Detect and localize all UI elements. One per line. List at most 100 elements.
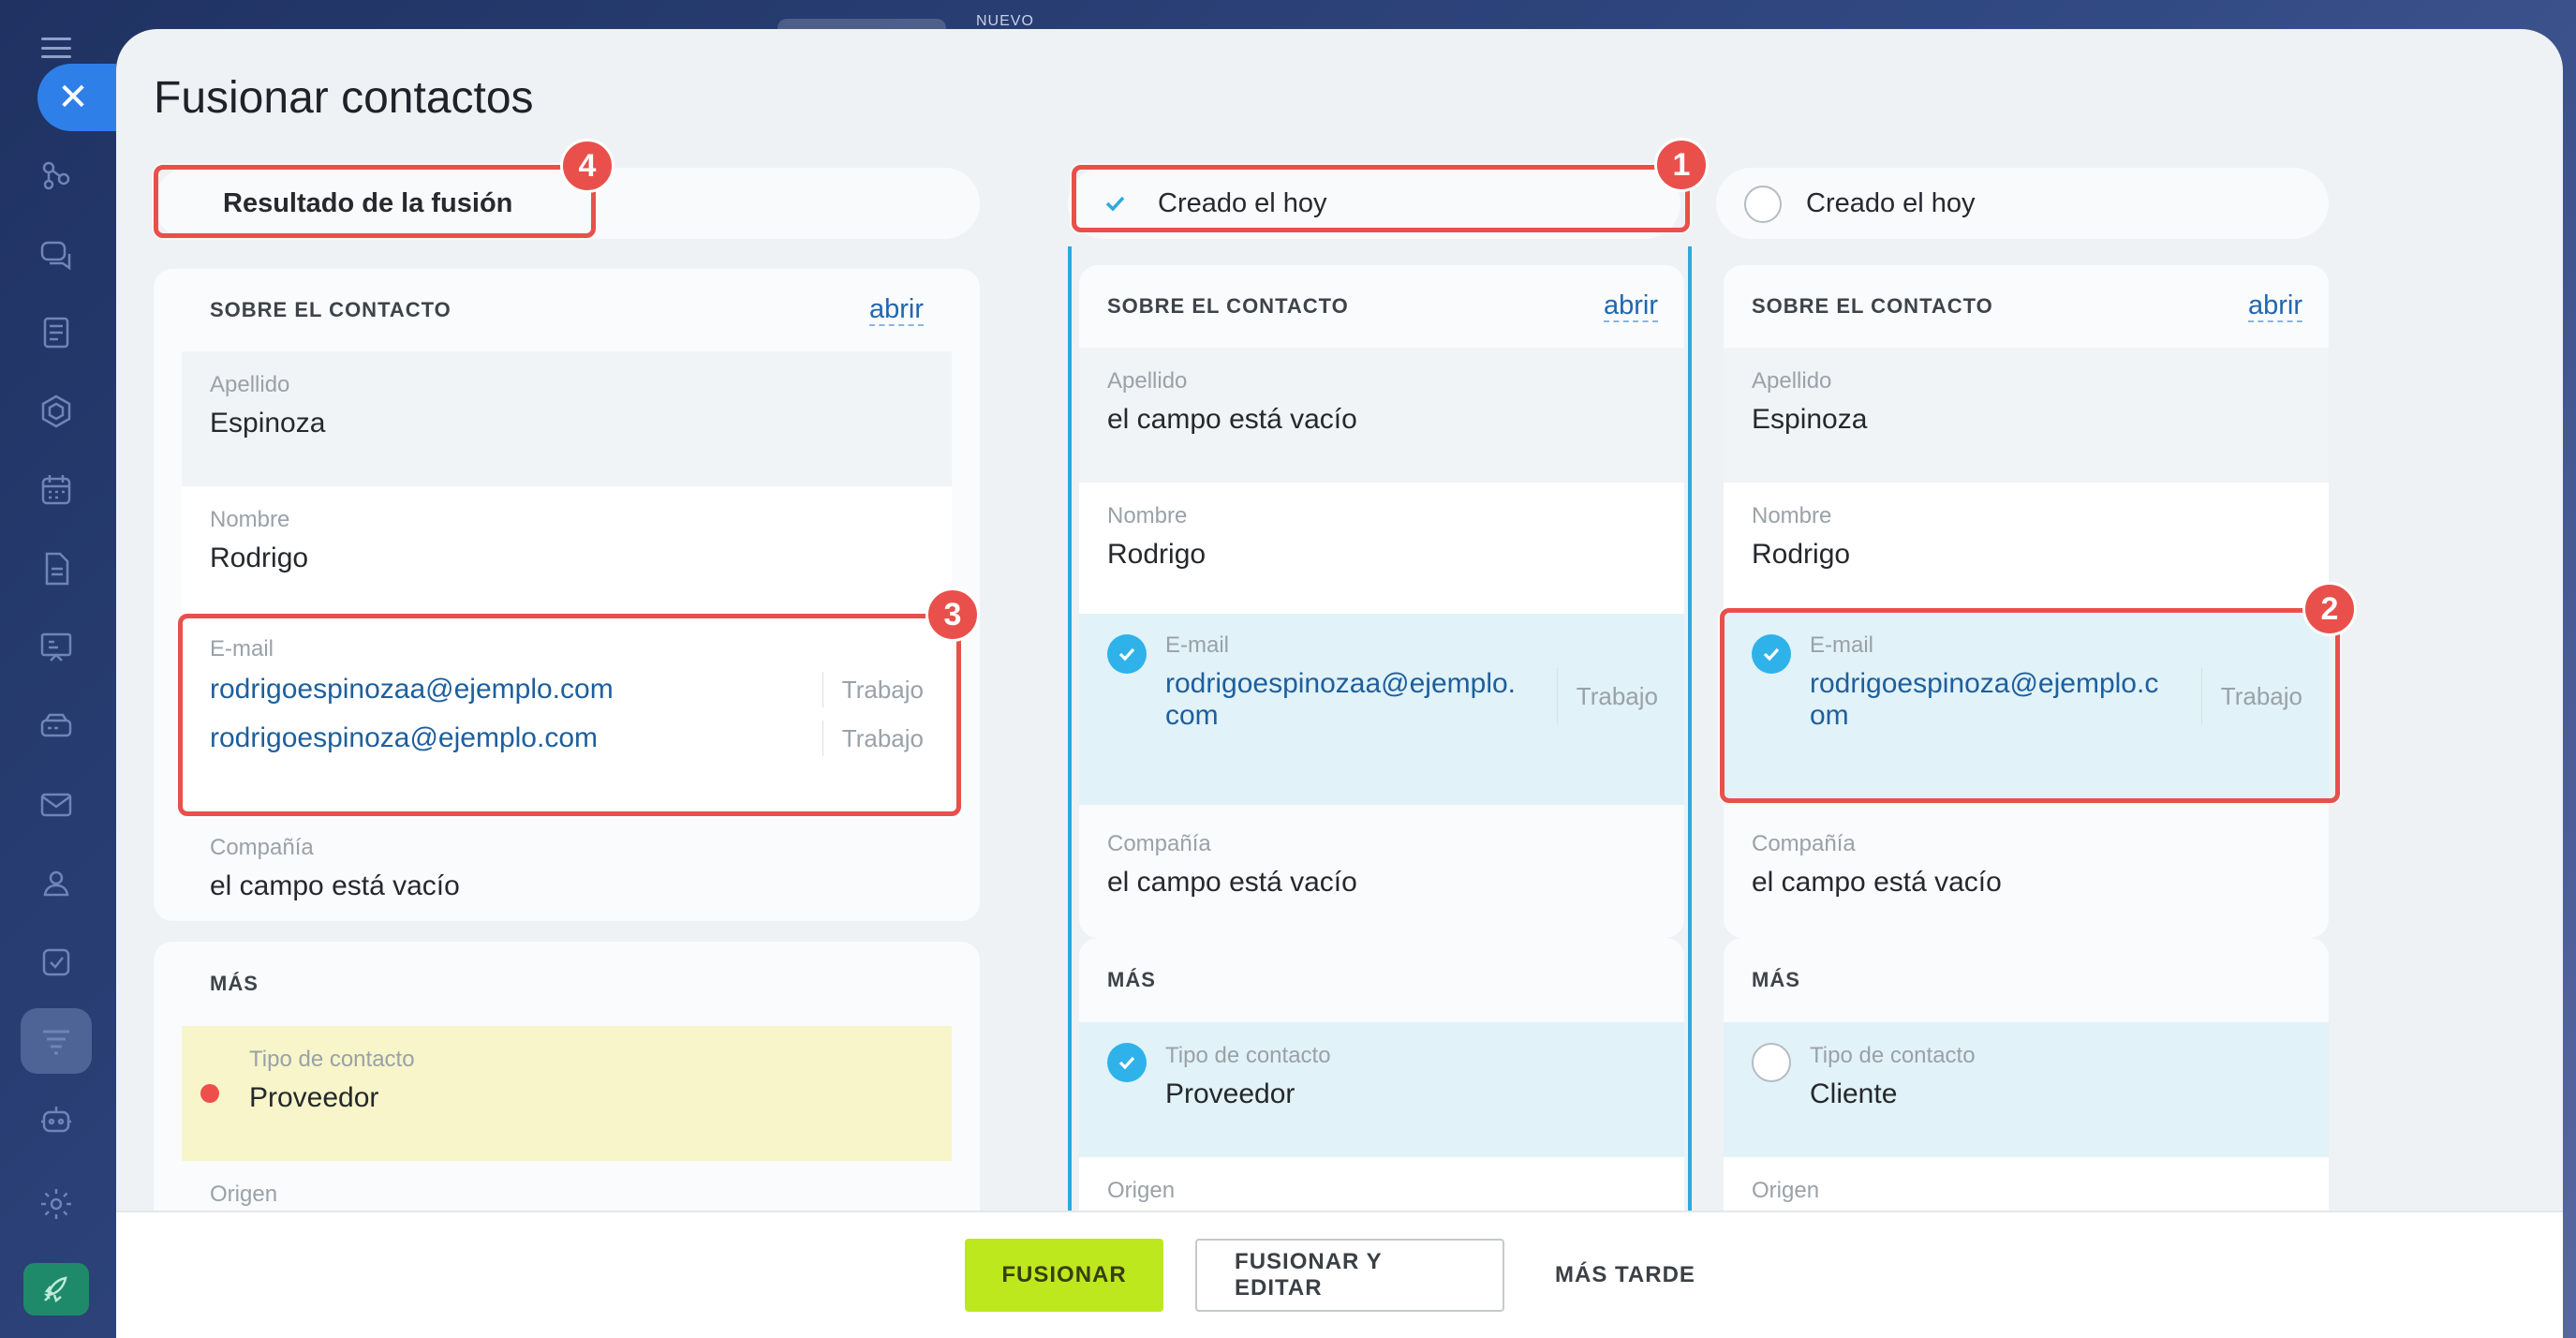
rocket-icon[interactable] bbox=[23, 1263, 89, 1316]
new-label: NUEVO bbox=[976, 13, 1034, 29]
section-header: MÁS bbox=[154, 942, 980, 1026]
unchecked-icon[interactable] bbox=[1752, 1043, 1791, 1082]
section-header: SOBRE EL CONTACTO abrir bbox=[1724, 265, 2329, 348]
document-list-icon[interactable] bbox=[21, 300, 92, 365]
email-row: rodrigoespinozaa@ejemplo.com Trabajo bbox=[1165, 668, 1658, 732]
section-header: SOBRE EL CONTACTO abrir bbox=[154, 269, 980, 351]
annotation-box-2 bbox=[1720, 608, 2340, 803]
email-line: rodrigoespinozaa@ejemplo. bbox=[1165, 668, 1517, 699]
sitemap-icon[interactable] bbox=[21, 142, 92, 208]
field-tipo[interactable]: Tipo de contacto Proveedor bbox=[1079, 1022, 1684, 1157]
result-more-card: MÁS Tipo de contacto Proveedor Origen bbox=[154, 942, 980, 1241]
contact-a-more-card: MÁS Tipo de contacto Proveedor Origen bbox=[1079, 938, 1684, 1238]
annotation-box-3 bbox=[178, 614, 961, 816]
presentation-icon[interactable] bbox=[21, 615, 92, 680]
section-title: MÁS bbox=[1107, 968, 1156, 991]
checked-icon[interactable] bbox=[1107, 634, 1147, 674]
section-title: SOBRE EL CONTACTO bbox=[1107, 294, 1349, 318]
section-header: MÁS bbox=[1079, 938, 1684, 1022]
section-header: MÁS bbox=[1724, 938, 2329, 1022]
later-button[interactable]: MÁS TARDE bbox=[1536, 1239, 1714, 1312]
field-apellido: Apellido el campo está vacío bbox=[1079, 348, 1684, 483]
field-apellido: Apellido Espinoza bbox=[1724, 348, 2329, 483]
dialog-title: Fusionar contactos bbox=[154, 73, 534, 123]
field-label: Tipo de contacto bbox=[1810, 1043, 1976, 1068]
field-compania: Compañía el campo está vacío bbox=[1079, 805, 1684, 917]
field-compania: Compañía el campo está vacío bbox=[1724, 805, 2329, 917]
email-address[interactable]: rodrigoespinozaa@ejemplo.com bbox=[1165, 668, 1516, 732]
merge-button[interactable]: FUSIONAR bbox=[965, 1239, 1164, 1312]
field-label: Apellido bbox=[1107, 368, 1188, 394]
field-value: Proveedor bbox=[1165, 1078, 1295, 1109]
field-email[interactable]: E-mail rodrigoespinozaa@ejemplo. com Trab… bbox=[1079, 614, 1684, 805]
field-nombre: Nombre Rodrigo bbox=[182, 486, 952, 617]
field-value: el campo está vacío bbox=[210, 870, 460, 901]
field-label: Tipo de contacto bbox=[1165, 1043, 1331, 1068]
section-title: SOBRE EL CONTACTO bbox=[210, 298, 452, 321]
field-apellido: Apellido Espinoza bbox=[182, 351, 952, 486]
annotation-badge-2: 2 bbox=[2302, 582, 2357, 636]
section-header: SOBRE EL CONTACTO abrir bbox=[1079, 265, 1684, 348]
field-value: Cliente bbox=[1810, 1078, 1898, 1109]
field-label: Origen bbox=[1752, 1178, 1820, 1203]
open-link[interactable]: abrir bbox=[2247, 290, 2302, 322]
email-type: Trabajo bbox=[1556, 668, 1658, 724]
field-tipo: Tipo de contacto Proveedor bbox=[182, 1026, 952, 1161]
contacts-icon[interactable] bbox=[21, 851, 92, 916]
field-value: el campo está vacío bbox=[1107, 867, 1357, 898]
contact-a-card: SOBRE EL CONTACTO abrir Apellido el camp… bbox=[1079, 265, 1684, 938]
field-label: E-mail bbox=[1165, 632, 1230, 658]
contact-b-more-card: MÁS Tipo de contacto Cliente Origen bbox=[1724, 938, 2329, 1238]
file-icon[interactable] bbox=[21, 536, 92, 602]
field-label: Apellido bbox=[210, 372, 290, 397]
field-label: Compañía bbox=[1752, 831, 1856, 856]
open-link[interactable]: abrir bbox=[1603, 290, 1658, 322]
settings-icon[interactable] bbox=[21, 1171, 92, 1237]
field-value: el campo está vacío bbox=[1752, 867, 2002, 898]
tab-contact-b-label: Creado el hoy bbox=[1806, 187, 1976, 218]
field-value: Proveedor bbox=[249, 1082, 379, 1113]
field-value: Espinoza bbox=[1752, 404, 1868, 435]
menu-icon[interactable] bbox=[41, 37, 71, 58]
field-label: Origen bbox=[210, 1182, 278, 1207]
field-value: el campo está vacío bbox=[1107, 404, 1357, 435]
field-label: Apellido bbox=[1752, 368, 1832, 394]
tab-contact-b[interactable]: Creado el hoy bbox=[1716, 168, 2329, 239]
chat-icon[interactable] bbox=[21, 221, 92, 287]
field-tipo[interactable]: Tipo de contacto Cliente bbox=[1724, 1022, 2329, 1157]
field-compania: Compañía el campo está vacío bbox=[182, 809, 952, 921]
section-title: MÁS bbox=[1752, 968, 1800, 991]
annotation-box-4 bbox=[154, 165, 596, 238]
section-title: MÁS bbox=[210, 972, 259, 995]
calendar-icon[interactable] bbox=[21, 457, 92, 523]
email-line: com bbox=[1165, 700, 1219, 731]
open-link[interactable]: abrir bbox=[868, 294, 924, 326]
field-label: Nombre bbox=[210, 507, 290, 532]
field-label: Nombre bbox=[1752, 503, 1832, 528]
field-label: Tipo de contacto bbox=[249, 1047, 415, 1072]
close-button[interactable]: ✕ bbox=[37, 64, 116, 131]
field-label: Nombre bbox=[1107, 503, 1188, 528]
tasks-icon[interactable] bbox=[21, 929, 92, 995]
drive-icon[interactable] bbox=[21, 693, 92, 759]
contact-b-card: SOBRE EL CONTACTO abrir Apellido Espinoz… bbox=[1724, 265, 2329, 938]
field-value: Rodrigo bbox=[1107, 539, 1207, 570]
field-value: Espinoza bbox=[210, 408, 326, 439]
funnel-icon[interactable] bbox=[21, 1008, 92, 1074]
mail-icon[interactable] bbox=[21, 772, 92, 838]
field-label: Compañía bbox=[210, 835, 314, 860]
dialog-footer: FUSIONAR FUSIONAR Y EDITAR MÁS TARDE bbox=[116, 1211, 2563, 1338]
robot-icon[interactable] bbox=[21, 1087, 92, 1152]
radio-icon[interactable] bbox=[1744, 186, 1782, 223]
field-nombre: Nombre Rodrigo bbox=[1079, 483, 1684, 614]
hexagon-icon[interactable] bbox=[21, 379, 92, 444]
merge-and-edit-button[interactable]: FUSIONAR Y EDITAR bbox=[1195, 1239, 1505, 1312]
field-label: Origen bbox=[1107, 1178, 1176, 1203]
left-rail: ✕ bbox=[0, 0, 116, 1338]
merge-dialog: Fusionar contactos Resultado de la fusió… bbox=[116, 29, 2563, 1338]
annotation-badge-1: 1 bbox=[1654, 138, 1709, 192]
field-value: Rodrigo bbox=[1752, 539, 1851, 570]
section-title: SOBRE EL CONTACTO bbox=[1752, 294, 1993, 318]
field-label: Compañía bbox=[1107, 831, 1211, 856]
checked-icon[interactable] bbox=[1107, 1043, 1147, 1082]
